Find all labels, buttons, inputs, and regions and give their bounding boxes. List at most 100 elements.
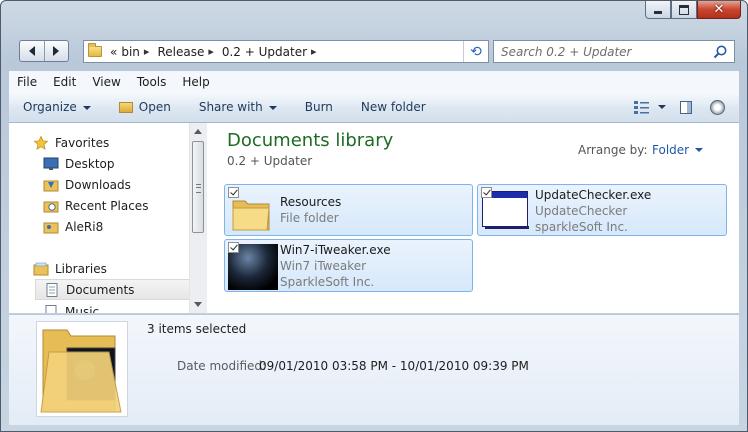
open-button[interactable]: Open xyxy=(105,100,185,114)
library-title: Documents library xyxy=(227,130,394,151)
forward-arrow-icon xyxy=(53,46,60,56)
recent-places-icon xyxy=(43,201,59,212)
minimize-icon xyxy=(654,11,662,14)
nav-recent-places-label: Recent Places xyxy=(65,198,149,213)
file-company: SparkleSoft Inc. xyxy=(280,275,375,289)
scroll-down-icon[interactable] xyxy=(194,302,202,307)
arrange-by-value: Folder xyxy=(652,143,690,157)
close-button[interactable]: ✕ xyxy=(697,1,741,19)
nav-downloads[interactable]: Downloads xyxy=(43,174,197,195)
menu-tools[interactable]: Tools xyxy=(129,75,175,89)
arrange-by-label: Arrange by: xyxy=(578,143,648,157)
dropdown-arrow-icon xyxy=(268,105,277,110)
library-subtitle: 0.2 + Updater xyxy=(227,154,313,168)
navigation-pane: Favorites Desktop Downloads Recent Place… xyxy=(9,123,198,313)
tile-checkbox[interactable] xyxy=(228,187,239,198)
folder-icon xyxy=(232,200,270,231)
menu-file[interactable]: File xyxy=(9,75,45,89)
nav-scrollbar[interactable] xyxy=(189,123,207,313)
nav-aleri8-label: AleRi8 xyxy=(65,219,104,234)
menu-bar: File Edit View Tools Help xyxy=(9,71,739,93)
view-dropdown-arrow-icon[interactable] xyxy=(658,105,666,109)
date-modified-label: Date modified: xyxy=(177,359,267,373)
nav-libraries-label: Libraries xyxy=(55,261,107,276)
share-with-button[interactable]: Share with xyxy=(185,100,291,114)
dropdown-arrow-icon xyxy=(695,148,704,152)
address-bar[interactable]: « bin ▸ Release ▸ 0.2 + Updater ▸ ⟲ xyxy=(83,40,489,63)
menu-view[interactable]: View xyxy=(84,75,128,89)
breadcrumb-chevron-icon[interactable]: ▸ xyxy=(142,45,156,58)
maximize-button[interactable] xyxy=(671,1,697,19)
minimize-button[interactable] xyxy=(645,1,671,19)
explorer-window: ✕ « bin ▸ Release ▸ 0.2 + Updater ▸ ⟲ Fi… xyxy=(0,0,748,432)
breadcrumb-release[interactable]: Release xyxy=(155,41,206,62)
new-folder-label: New folder xyxy=(360,100,426,114)
music-icon xyxy=(45,304,57,313)
scroll-up-icon[interactable] xyxy=(194,129,202,134)
nav-favorites-label: Favorites xyxy=(55,135,110,150)
file-description: UpdateChecker xyxy=(535,204,628,218)
preview-pane-icon[interactable] xyxy=(680,100,692,114)
arrange-by-dropdown[interactable]: Folder xyxy=(652,143,704,157)
nav-desktop[interactable]: Desktop xyxy=(43,153,197,174)
file-tile-updatechecker[interactable]: UpdateChecker.exe UpdateChecker sparkleS… xyxy=(477,184,727,236)
nav-documents-label: Documents xyxy=(66,282,135,297)
downloads-folder-icon xyxy=(43,180,59,191)
command-bar-right xyxy=(634,92,739,122)
open-label: Open xyxy=(138,100,171,114)
selection-thumbnail xyxy=(36,321,128,417)
user-folder-icon xyxy=(43,222,59,233)
help-icon[interactable] xyxy=(710,99,725,115)
back-button[interactable] xyxy=(20,41,44,61)
folder-icon xyxy=(88,43,102,57)
desktop-icon xyxy=(43,157,59,170)
burn-label: Burn xyxy=(304,100,333,114)
file-name: Win7-iTweaker.exe xyxy=(280,243,391,257)
file-description: Win7 iTweaker xyxy=(280,259,367,273)
file-tile-win7-itweaker[interactable]: Win7-iTweaker.exe Win7 iTweaker SparkleS… xyxy=(224,239,473,292)
file-type: File folder xyxy=(280,211,339,225)
share-with-label: Share with xyxy=(198,100,263,114)
tile-checkbox[interactable] xyxy=(481,187,492,198)
nav-music-label: Music xyxy=(65,304,100,314)
maximize-icon xyxy=(679,4,689,15)
menu-help[interactable]: Help xyxy=(174,75,217,89)
organize-button[interactable]: Organize xyxy=(9,100,105,114)
file-name: UpdateChecker.exe xyxy=(535,188,652,202)
change-view-icon[interactable] xyxy=(634,100,650,114)
history-buttons xyxy=(19,40,69,62)
breadcrumb-current[interactable]: 0.2 + Updater xyxy=(220,41,309,62)
search-box xyxy=(493,40,735,63)
nav-downloads-label: Downloads xyxy=(65,177,131,192)
scrollbar-thumb[interactable] xyxy=(192,141,204,233)
search-icon[interactable] xyxy=(712,44,728,60)
back-arrow-icon xyxy=(28,46,35,56)
menu-edit[interactable]: Edit xyxy=(45,75,84,89)
breadcrumb-chevron-icon[interactable]: ▸ xyxy=(206,45,220,58)
nav-aleri8[interactable]: AleRi8 xyxy=(43,216,197,237)
refresh-icon: ⟲ xyxy=(470,43,482,60)
nav-favorites[interactable]: Favorites xyxy=(33,132,197,153)
address-overflow[interactable]: « xyxy=(108,41,119,62)
caption-buttons: ✕ xyxy=(645,1,741,19)
file-tile-resources[interactable]: Resources File folder xyxy=(224,184,473,236)
tile-checkbox[interactable] xyxy=(228,242,239,253)
star-icon xyxy=(33,135,49,150)
nav-libraries[interactable]: Libraries xyxy=(33,258,197,279)
nav-desktop-label: Desktop xyxy=(65,156,115,171)
burn-button[interactable]: Burn xyxy=(291,100,347,114)
close-icon: ✕ xyxy=(713,2,725,17)
nav-music[interactable]: Music xyxy=(43,301,197,314)
breadcrumb-bin[interactable]: bin xyxy=(119,41,142,62)
refresh-button[interactable]: ⟲ xyxy=(463,41,488,62)
forward-button[interactable] xyxy=(43,41,69,61)
open-folder-icon xyxy=(118,101,133,113)
new-folder-button[interactable]: New folder xyxy=(347,100,440,114)
nav-documents[interactable]: Documents xyxy=(35,279,197,300)
organize-label: Organize xyxy=(23,100,77,114)
nav-recent-places[interactable]: Recent Places xyxy=(43,195,197,216)
libraries-icon xyxy=(33,262,49,275)
command-bar: Organize Open Share with Burn New folder xyxy=(9,92,739,123)
breadcrumb-chevron-icon[interactable]: ▸ xyxy=(309,45,323,58)
search-input[interactable] xyxy=(494,43,703,60)
